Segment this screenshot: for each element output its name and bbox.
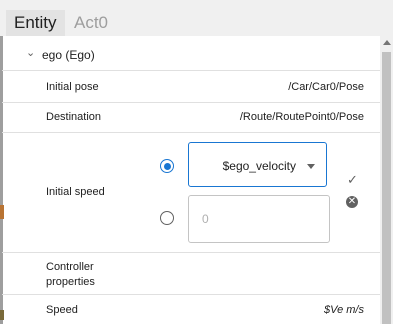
scrollbar-thumb[interactable]: [382, 52, 391, 324]
entity-group-header[interactable]: ⌄ ego (Ego): [2, 36, 380, 71]
parameter-select-value: $ego_velocity: [222, 159, 296, 173]
tab-entity[interactable]: Entity: [6, 10, 65, 36]
speed-value[interactable]: $Ve m/s: [324, 304, 364, 316]
speed-value-input[interactable]: 0: [188, 195, 330, 243]
tab-act0[interactable]: Act0: [66, 10, 116, 36]
property-row-controller: Controller properties: [2, 252, 380, 295]
entity-group-label: ego (Ego): [42, 48, 95, 62]
property-row-speed: Speed $Ve m/s: [2, 294, 380, 324]
controller-label-line2: properties: [46, 276, 95, 288]
cancel-icon[interactable]: ✕: [346, 196, 358, 208]
speed-value-text: 0: [202, 212, 209, 226]
chevron-down-icon: [307, 164, 315, 169]
chevron-down-icon[interactable]: ⌄: [26, 46, 35, 59]
initial-speed-label: Initial speed: [46, 186, 105, 198]
destination-label: Destination: [46, 111, 102, 123]
speed-label: Speed: [46, 304, 78, 316]
property-row-initial-speed: Initial speed $ego_velocity 0 ✓ ✕: [2, 132, 380, 253]
scroll-up-icon[interactable]: [383, 40, 391, 45]
check-icon[interactable]: ✓: [347, 172, 358, 188]
controller-label-line1: Controller: [46, 261, 94, 273]
initial-pose-value[interactable]: /Car/Car0/Pose: [288, 81, 364, 93]
radio-selected-dot: [163, 162, 171, 170]
parameter-radio[interactable]: [160, 159, 174, 173]
tab-bar: Entity Act0: [0, 0, 393, 36]
property-row-destination: Destination /Route/RoutePoint0/Pose: [2, 102, 380, 133]
property-row-initial-pose: Initial pose /Car/Car0/Pose: [2, 70, 380, 103]
destination-value[interactable]: /Route/RoutePoint0/Pose: [240, 111, 364, 123]
value-radio[interactable]: [160, 211, 174, 225]
controller-properties-label: Controller properties: [46, 260, 95, 290]
parameter-select[interactable]: $ego_velocity: [188, 142, 327, 187]
initial-pose-label: Initial pose: [46, 81, 99, 93]
